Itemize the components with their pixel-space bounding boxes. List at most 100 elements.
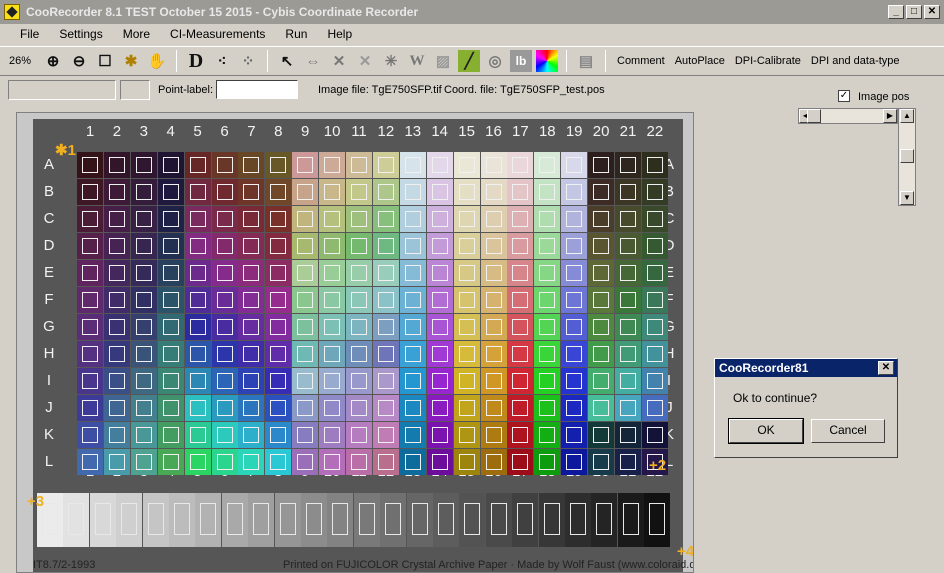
coordinate-marker[interactable]: ✱1 (55, 141, 76, 159)
color-patch (507, 206, 534, 232)
color-patch (265, 287, 292, 313)
dialog-title: CooRecorder81 ✕ (715, 359, 897, 377)
color-patch (184, 422, 211, 448)
color-patch (641, 368, 668, 394)
line-icon[interactable]: ╱ (458, 50, 480, 72)
color-patch (319, 422, 346, 448)
scroll-thumb[interactable] (900, 149, 914, 163)
horizontal-scrollbar[interactable]: ◀ ▶ (798, 108, 898, 124)
color-patch (507, 422, 534, 448)
color-patch (292, 341, 319, 367)
cross-dots-icon[interactable]: ✕ (354, 50, 376, 72)
ok-button[interactable]: OK (728, 418, 804, 444)
menu-file[interactable]: File (0, 27, 49, 41)
color-patch (372, 449, 399, 475)
color-patch (480, 395, 507, 421)
maximize-button[interactable]: □ (906, 5, 922, 19)
color-icon[interactable] (536, 50, 558, 72)
image-pos-checkbox[interactable]: ✓ (838, 90, 850, 102)
color-patch (426, 233, 453, 259)
color-patch (77, 260, 103, 286)
color-patch (372, 152, 399, 178)
color-patch (77, 341, 103, 367)
hand-icon[interactable]: ✋ (146, 50, 168, 72)
menu-settings[interactable]: Settings (49, 27, 112, 41)
column-number: 8 (274, 123, 283, 140)
scroll-down-button[interactable]: ▼ (900, 191, 914, 205)
color-patch (453, 206, 480, 232)
color-patch (507, 314, 534, 340)
color-patch (453, 422, 480, 448)
color-patch (157, 233, 184, 259)
cross-icon[interactable]: ✕ (328, 50, 350, 72)
color-patch (453, 260, 480, 286)
color-patch (130, 449, 157, 475)
color-patch (265, 260, 292, 286)
zoom-level[interactable]: 26% (0, 55, 40, 67)
color-patch (615, 449, 641, 475)
frame-icon[interactable]: ☐ (94, 50, 116, 72)
color-patch (238, 341, 265, 367)
color-patch (184, 260, 211, 286)
w-icon[interactable]: W (406, 50, 428, 72)
d-icon[interactable]: D (185, 50, 207, 72)
dpi-data-type-button[interactable]: DPI and data-type (806, 55, 905, 67)
notes-icon[interactable]: ▤ (575, 50, 597, 72)
color-patch (561, 395, 588, 421)
vertical-scrollbar[interactable]: ▲ ▼ (898, 108, 916, 206)
color-patch (426, 152, 453, 178)
color-patch (534, 260, 561, 286)
minimize-button[interactable]: _ (888, 5, 904, 19)
color-patch (480, 152, 507, 178)
color-patch (453, 341, 480, 367)
dots-row-icon[interactable]: ⁘ (237, 50, 259, 72)
scroll-thumb[interactable] (807, 109, 821, 123)
asterisk-icon[interactable]: ✳ (380, 50, 402, 72)
color-patch (588, 314, 615, 340)
color-patch (211, 206, 238, 232)
zoom-in-icon[interactable]: ⊕ (42, 50, 64, 72)
color-patch (292, 422, 319, 448)
color-patch (399, 314, 426, 340)
cancel-button[interactable]: Cancel (811, 419, 885, 443)
color-patch (77, 314, 103, 340)
color-patch (534, 233, 561, 259)
color-patch (453, 368, 480, 394)
color-patch (480, 260, 507, 286)
gray-patch (538, 493, 565, 547)
color-patch (561, 287, 588, 313)
point-label-input[interactable] (216, 80, 298, 99)
color-patch (157, 449, 184, 475)
coordinate-marker[interactable]: +2 (649, 457, 666, 474)
dots-icon[interactable]: ⁖ (211, 50, 233, 72)
scroll-right-button[interactable]: ▶ (883, 109, 897, 123)
color-patch (77, 395, 103, 421)
menu-ci-measurements[interactable]: CI-Measurements (160, 27, 275, 41)
menu-help[interactable]: Help (317, 27, 362, 41)
target-footer-left: IT8.7/2-1993 (33, 559, 96, 571)
close-button[interactable]: ✕ (924, 5, 940, 19)
move-icon[interactable]: ⇔ (302, 50, 324, 72)
column-number: 7 (247, 123, 256, 140)
color-patch (319, 341, 346, 367)
menu-run[interactable]: Run (275, 27, 317, 41)
image-canvas[interactable]: 1122334455667788991010111112121313141415… (16, 112, 694, 573)
dialog-close-button[interactable]: ✕ (878, 361, 894, 375)
coordinate-marker[interactable]: +3 (27, 493, 44, 510)
dpi-calibrate-button[interactable]: DPI-Calibrate (730, 55, 806, 67)
zoom-out-icon[interactable]: ⊖ (68, 50, 90, 72)
lb-icon[interactable]: lb (510, 50, 532, 72)
color-patch (130, 422, 157, 448)
texture-icon[interactable]: ▨ (432, 50, 454, 72)
coordinate-marker[interactable]: +4 (677, 543, 693, 560)
comment-button[interactable]: Comment (612, 55, 670, 67)
gray-patch (512, 493, 539, 547)
color-patch (265, 314, 292, 340)
menu-more[interactable]: More (113, 27, 160, 41)
autoplace-button[interactable]: AutoPlace (670, 55, 730, 67)
tree-icon[interactable]: ✱ (120, 50, 142, 72)
target-icon[interactable]: ◎ (484, 50, 506, 72)
arrow-icon[interactable]: ↖ (276, 50, 298, 72)
scroll-up-button[interactable]: ▲ (900, 109, 914, 123)
color-patch (426, 179, 453, 205)
